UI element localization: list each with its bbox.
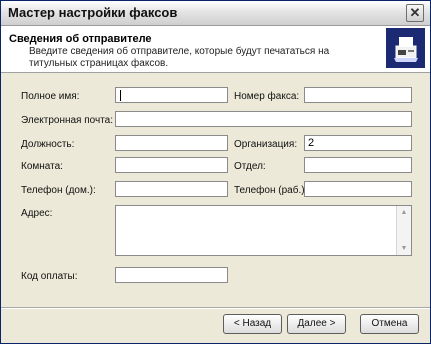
email-label: Электронная почта: — [21, 115, 114, 126]
email-field[interactable] — [115, 111, 412, 127]
text-caret — [120, 90, 121, 101]
close-icon[interactable]: ✕ — [406, 4, 424, 22]
department-label: Отдел: — [234, 161, 266, 172]
fax-number-field[interactable] — [304, 87, 412, 103]
footer-divider — [1, 307, 430, 309]
next-button[interactable]: Далее > — [287, 314, 346, 334]
room-field[interactable] — [115, 157, 228, 173]
position-label: Должность: — [21, 139, 75, 150]
wizard-header: Сведения об отправителе Введите сведения… — [1, 26, 430, 73]
department-field[interactable] — [304, 157, 412, 173]
full-name-label: Полное имя: — [21, 91, 80, 102]
room-label: Комната: — [21, 161, 63, 172]
home-phone-field[interactable] — [115, 181, 228, 197]
billing-code-label: Код оплаты: — [21, 271, 78, 282]
home-phone-label: Телефон (дом.): — [21, 185, 96, 196]
header-subtitle: Введите сведения об отправителе, которые… — [29, 46, 330, 69]
organization-field[interactable] — [304, 135, 412, 151]
header-title: Сведения об отправителе — [9, 33, 152, 45]
organization-label: Организация: — [234, 139, 298, 150]
cancel-button[interactable]: Отмена — [360, 314, 419, 334]
window-title: Мастер настройки факсов — [8, 5, 178, 20]
scroll-down-icon[interactable]: ▼ — [398, 243, 410, 254]
fax-wizard-window: Мастер настройки факсов ✕ Сведения об от… — [0, 0, 431, 344]
position-field[interactable] — [115, 135, 228, 151]
title-bar: Мастер настройки факсов ✕ — [1, 1, 430, 26]
scroll-up-icon[interactable]: ▲ — [398, 207, 410, 218]
work-phone-label: Телефон (раб.): — [234, 185, 308, 196]
fax-number-label: Номер факса: — [234, 91, 300, 102]
address-label: Адрес: — [21, 208, 53, 219]
fax-machine-icon — [386, 28, 425, 68]
address-scrollbar[interactable]: ▲ ▼ — [396, 206, 411, 255]
billing-code-field[interactable] — [115, 267, 228, 283]
work-phone-field[interactable] — [304, 181, 412, 197]
full-name-field[interactable] — [115, 87, 228, 103]
address-field[interactable]: ▲ ▼ — [115, 205, 412, 256]
back-button[interactable]: < Назад — [223, 314, 282, 334]
